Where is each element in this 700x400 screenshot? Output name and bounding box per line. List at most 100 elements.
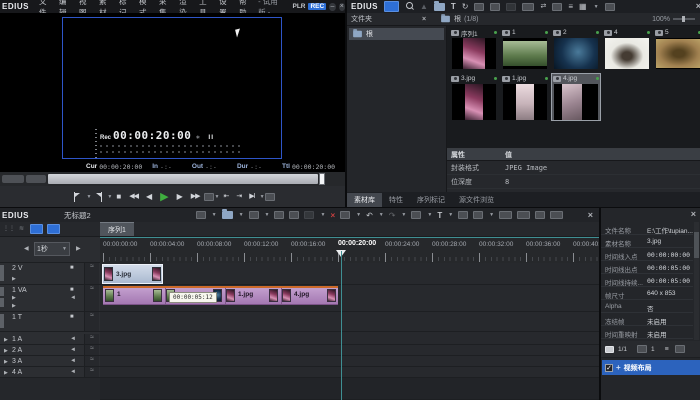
previous-frame-button[interactable]: ◀ <box>146 192 152 202</box>
effect-item-video-layout[interactable]: ✓ + 视频布局 <box>602 360 700 375</box>
bin-clip-1[interactable]: 1 <box>501 28 549 69</box>
add-clip-button[interactable] <box>249 211 259 219</box>
set-in-dropdown-icon[interactable]: ▼ <box>86 194 91 200</box>
timeline-clip-3jpg[interactable]: 3.jpg <box>103 265 162 283</box>
monitor-icon[interactable] <box>522 3 534 11</box>
loop-playback-button[interactable] <box>204 193 214 201</box>
view-dropdown-icon[interactable]: ▼ <box>594 4 599 10</box>
save-dropdown-icon[interactable]: ▼ <box>212 212 217 218</box>
export-button[interactable] <box>265 193 275 201</box>
new-folder-icon[interactable] <box>434 3 445 11</box>
bin-clip-4jpg-selected[interactable]: 4.jpg <box>552 74 600 120</box>
shuttle-button[interactable] <box>2 175 24 183</box>
redo-dropdown-icon[interactable]: ▼ <box>401 212 406 218</box>
recorder-tab[interactable]: REC <box>308 3 326 10</box>
delete-icon[interactable] <box>552 3 562 11</box>
track-header-1a[interactable]: ▶ 1 A ◄ ≈ <box>0 334 100 345</box>
menu-capture[interactable]: 采集 <box>159 0 171 13</box>
loop-dropdown-icon[interactable]: ▼ <box>215 194 220 200</box>
set-out-dropdown-icon[interactable]: ▼ <box>107 194 112 200</box>
timeline-ruler[interactable]: 00:00:00:00 00:00:04:00 00:00:08:00 00:0… <box>100 237 599 263</box>
goto-in-point-button[interactable]: ⇤ <box>224 192 229 202</box>
bin-clip-sequence1[interactable]: 序列1 <box>450 28 498 69</box>
tree-item-root[interactable]: 根 <box>349 28 444 40</box>
layer-color-icon[interactable] <box>605 346 614 353</box>
timeline-clip-group[interactable]: 1 1.jpg 4.jpg 00:00:05:12 <box>103 286 338 305</box>
track-lane-1t[interactable] <box>100 312 599 332</box>
patch-area[interactable]: ≈ <box>84 345 99 355</box>
transfer-icon[interactable]: ⇄ <box>540 2 546 11</box>
effect-enabled-checkbox[interactable]: ✓ <box>605 364 613 372</box>
picture-icon[interactable] <box>473 211 483 219</box>
expand-track-icon[interactable]: ▶ <box>4 348 8 354</box>
bin-clip-5[interactable]: 5 <box>654 28 700 69</box>
tab-effect[interactable]: 特性 <box>382 193 410 207</box>
track-options-icon[interactable]: ⋮⋮ <box>3 225 15 234</box>
goto-out-point-button[interactable]: ⇥ <box>236 192 241 202</box>
track-header-2v[interactable]: 2 V ■ ▶ ≈ <box>0 263 100 285</box>
tab-bin[interactable]: 素材库 <box>347 193 382 207</box>
scrollbar-thumb[interactable] <box>694 232 699 258</box>
track-header-3a[interactable]: ▶ 3 A ◄ ≈ <box>0 356 100 367</box>
folder-panel-close-icon[interactable]: × <box>422 15 426 24</box>
effect-icon[interactable] <box>637 345 647 353</box>
trim-dropdown-icon[interactable]: ▼ <box>427 212 432 218</box>
goto-next-edit-button[interactable]: ▶I <box>249 192 254 202</box>
open-project-icon[interactable] <box>222 211 233 219</box>
info-close-icon[interactable]: × <box>691 210 696 219</box>
scale-increase-icon[interactable]: ▶ <box>76 245 81 252</box>
speaker-icon[interactable]: ◄ <box>70 358 76 364</box>
capture-dropdown-icon[interactable]: ▼ <box>356 212 361 218</box>
patch-area[interactable]: ≈ <box>84 356 99 366</box>
normalize-icon[interactable] <box>517 211 530 219</box>
track-mute-icon[interactable]: ■ <box>70 265 74 271</box>
property-name-header[interactable]: 属性 <box>447 150 505 160</box>
list-view-icon[interactable]: ≡ <box>568 2 573 11</box>
sync-mode-icon[interactable]: ≋ <box>19 225 24 234</box>
menu-clip[interactable]: 素材 <box>99 0 111 13</box>
bin-clip-2[interactable]: 2 <box>552 28 600 69</box>
goto-dropdown-icon[interactable]: ▼ <box>260 194 265 200</box>
menu-render[interactable]: 渲染 <box>179 0 191 13</box>
track-lane-2a[interactable] <box>100 345 599 356</box>
detail-view-icon[interactable] <box>675 345 685 353</box>
cut-clip-icon[interactable] <box>274 211 284 219</box>
track-header-1va[interactable]: 1 VA ■ ▶ ◄ ▶ ≈ <box>0 285 100 312</box>
menu-settings[interactable]: 设置 <box>219 0 231 13</box>
menu-view[interactable]: 视图 <box>79 0 91 13</box>
picture-dropdown-icon[interactable]: ▼ <box>489 212 494 218</box>
position-slider-track[interactable] <box>48 174 318 184</box>
up-folder-icon[interactable]: ▲ <box>420 2 428 11</box>
expand-track-icon[interactable]: ▶ <box>4 337 8 343</box>
next-frame-button[interactable]: ▶ <box>177 192 183 202</box>
menu-file[interactable]: 文件 <box>39 0 51 13</box>
speaker-icon[interactable]: ◄ <box>70 295 76 301</box>
close-button[interactable]: × <box>339 3 345 11</box>
patch-area[interactable]: ≈ <box>84 263 99 284</box>
list-view-icon[interactable]: ≡ <box>665 345 669 354</box>
bin-close-icon[interactable]: × <box>696 2 700 11</box>
track-header-4a[interactable]: ▶ 4 A ◄ ≈ <box>0 367 100 378</box>
ripple-mode-button[interactable] <box>47 224 60 234</box>
tab-source-browser[interactable]: 源文件浏览 <box>452 193 501 207</box>
menu-mode[interactable]: 模式 <box>139 0 151 13</box>
track-mute-icon[interactable]: ■ <box>70 287 74 293</box>
cut-icon[interactable] <box>474 3 484 11</box>
jog-button[interactable] <box>26 175 46 183</box>
thumbnail-view-icon[interactable]: ▦ <box>579 2 587 11</box>
expand-track-icon[interactable]: ▶ <box>4 359 8 365</box>
info-scrollbar[interactable] <box>694 222 699 340</box>
expand-audio-icon[interactable]: ▶ <box>12 303 16 309</box>
trim-mode-icon[interactable] <box>411 211 421 219</box>
minimize-button[interactable]: – <box>329 3 335 11</box>
track-header-1t[interactable]: 1 T ■ ≈ <box>0 312 100 332</box>
title-dropdown-icon[interactable]: ▼ <box>448 212 453 218</box>
patch-area[interactable]: ≈ <box>84 334 99 344</box>
menu-edit[interactable]: 编辑 <box>59 0 71 13</box>
bin-clip-3jpg[interactable]: 3.jpg <box>450 74 498 120</box>
menu-tools[interactable]: 工具 <box>199 0 211 13</box>
position-slider-handle[interactable] <box>319 173 325 185</box>
export-project-icon[interactable] <box>499 211 512 219</box>
player-tab[interactable]: PLR <box>292 3 305 10</box>
create-title-icon[interactable]: T <box>451 2 456 11</box>
